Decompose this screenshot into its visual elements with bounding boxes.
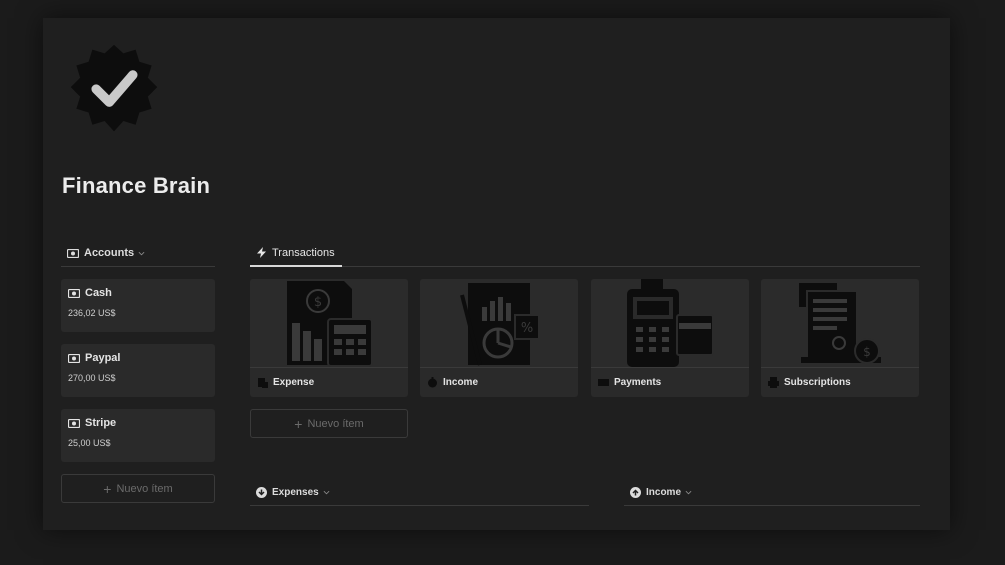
page-content: Finance Brain Accounts Cash 236,02 US$ P… [43,18,950,530]
chevron-down-icon[interactable] [685,489,692,496]
arrow-down-circle-icon [256,486,267,498]
card-label: Income [443,376,479,388]
tab-label: Transactions [272,246,335,259]
card-cover [591,279,749,368]
income-icon: % [460,283,540,366]
card-cover: $ [250,279,408,368]
account-card-paypal[interactable]: Paypal 270,00 US$ [61,344,215,397]
card-icon [598,378,609,386]
expense-icon [258,377,268,388]
income-title: Income [646,486,682,498]
money-icon [67,248,79,258]
account-amount: 270,00 US$ [68,373,116,383]
account-name: Paypal [85,352,121,364]
expenses-view-header[interactable]: Expenses [250,479,589,506]
svg-text:%: % [521,321,533,336]
money-icon [68,418,80,428]
tab-transactions[interactable]: Transactions [250,240,342,267]
new-item-label: Nuevo ítem [116,482,173,495]
account-amount: 236,02 US$ [68,308,116,318]
accounts-view-header[interactable]: Accounts [61,240,215,267]
card-cover: % [420,279,578,368]
chevron-down-icon[interactable] [323,489,330,496]
verified-badge-icon[interactable] [67,43,161,137]
transactions-view-header: Transactions [250,240,920,267]
card-label: Expense [273,376,315,388]
card-icon [627,279,714,367]
printer-icon: $ [799,283,881,364]
income-view-header[interactable]: Income [624,479,920,506]
card-label: Subscriptions [784,376,851,388]
account-amount: 25,00 US$ [68,438,111,448]
new-item-label: Nuevo ítem [307,417,364,430]
svg-text:$: $ [863,345,871,359]
page-title: Finance Brain [62,173,211,198]
lightning-icon [257,247,266,258]
transaction-card-income[interactable]: % Income [420,279,578,397]
accounts-new-item-button[interactable]: + Nuevo ítem [61,474,215,503]
money-icon [68,288,80,298]
plus-icon: + [294,415,303,432]
transaction-card-subscriptions[interactable]: $ Subscriptions [761,279,919,397]
card-label: Payments [614,376,662,388]
accounts-title: Accounts [84,247,135,259]
money-icon [68,353,80,363]
transaction-card-payments[interactable]: Payments [591,279,749,397]
income-icon [428,376,437,387]
arrow-up-circle-icon [630,486,641,498]
plus-icon: + [103,480,112,497]
chevron-down-icon[interactable] [138,250,145,257]
transaction-card-expense[interactable]: $ Expense [250,279,408,397]
card-cover: $ [761,279,919,368]
expenses-title: Expenses [272,486,319,498]
account-name: Cash [85,287,112,299]
transactions-new-item-button[interactable]: + Nuevo ítem [250,409,408,438]
account-name: Stripe [85,417,117,429]
account-card-stripe[interactable]: Stripe 25,00 US$ [61,409,215,462]
printer-icon [768,376,779,388]
svg-text:$: $ [314,295,322,310]
account-card-cash[interactable]: Cash 236,02 US$ [61,279,215,332]
expense-icon: $ [287,281,373,367]
